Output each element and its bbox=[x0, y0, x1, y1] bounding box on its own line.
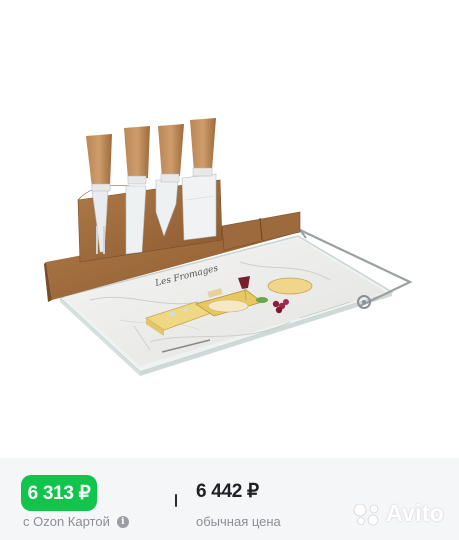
ozon-card-caption-row: с Ozon Картой i bbox=[23, 514, 129, 529]
cleaver-knife bbox=[181, 173, 217, 241]
regular-price: 6 442 ₽ bbox=[196, 481, 259, 502]
ozon-card-price-badge[interactable]: 6 313 ₽ bbox=[21, 475, 97, 511]
ozon-card-price: 6 313 ₽ bbox=[27, 482, 91, 504]
ozon-card-caption: с Ozon Картой bbox=[23, 514, 110, 529]
handle-1 bbox=[86, 134, 112, 188]
handle-4 bbox=[190, 118, 216, 172]
handle-3 bbox=[158, 124, 184, 178]
regular-price-caption: обычная цена bbox=[196, 514, 281, 529]
avito-watermark: Avito bbox=[352, 500, 444, 527]
product-photo[interactable]: Les Fromages bbox=[0, 0, 459, 458]
avito-logo-icon bbox=[353, 503, 379, 525]
avito-brand-text: Avito bbox=[386, 500, 445, 526]
price-divider bbox=[175, 494, 177, 507]
handle-2 bbox=[124, 126, 150, 180]
cheese-board-illustration: Les Fromages bbox=[44, 118, 413, 376]
info-icon[interactable]: i bbox=[116, 515, 129, 528]
